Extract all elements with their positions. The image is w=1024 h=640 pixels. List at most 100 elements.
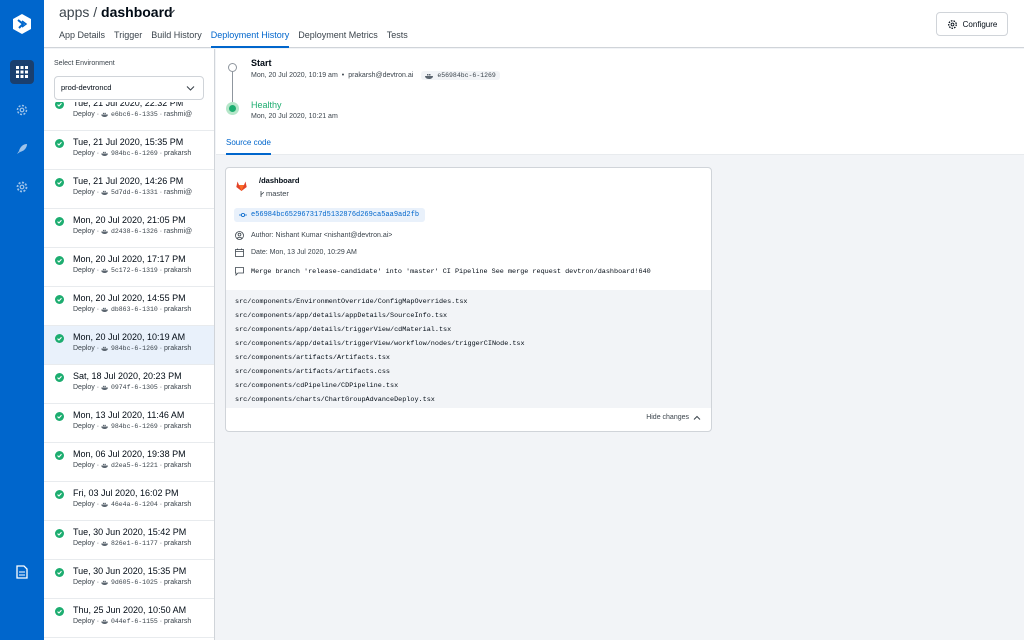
deployment-type: Deploy ·: [73, 111, 102, 118]
changed-file: src/components/charts/ChartGroupAdvanceD…: [235, 396, 435, 404]
deployment-image-hash: 984bc-6-1269: [110, 423, 158, 430]
commit-author-row: Author: Nishant Kumar <nishant@devtron.a…: [235, 231, 392, 240]
success-check-icon: [55, 490, 64, 499]
success-check-icon: [55, 412, 64, 421]
deployment-meta: Deploy · e6bc6-6-1335 · rashmi@: [73, 111, 192, 118]
success-check-icon: [55, 451, 64, 460]
success-check-icon: [55, 607, 64, 616]
tab-trigger[interactable]: Trigger: [114, 28, 142, 48]
success-check-icon: [55, 295, 64, 304]
deployment-type: Deploy ·: [73, 501, 102, 508]
deployment-image-hash: 0974f-6-1305: [110, 384, 158, 391]
commit-hash-button[interactable]: e56984bc652967317d5132876d269ca5aa9ad2fb: [234, 208, 426, 222]
tab-tests[interactable]: Tests: [387, 28, 408, 48]
deployment-image-hash: e6bc6-6-1335: [110, 111, 158, 118]
source-code-card: /dashboard master e56984bc652967317d5132…: [225, 167, 712, 432]
deployment-image-hash: 826e1-6-1177: [110, 540, 158, 547]
deployment-image-hash: 984bc-6-1269: [110, 345, 158, 352]
user-icon: [235, 231, 244, 240]
image-tag-text: e56984bc-6-1269: [437, 72, 496, 79]
deployment-image-hash: 5d7dd-6-1331: [110, 189, 158, 196]
timeline-start-dot: [228, 63, 237, 72]
success-check-icon: [55, 568, 64, 577]
app-root: apps / dashboard App Details Trigger Build…: [0, 0, 1024, 640]
success-check-icon: [55, 178, 64, 187]
deployment-user: · rashmi@: [157, 189, 193, 196]
branch-name: master: [259, 189, 289, 198]
environment-select[interactable]: prod-devtroncd: [54, 76, 204, 100]
changed-file: src/components/app/details/triggerView/w…: [235, 340, 525, 348]
deployment-list-item[interactable]: Mon, 13 Jul 2020, 11:46 AM Deploy · 984bc…: [44, 404, 214, 443]
deployment-meta: Deploy · 826e1-6-1177 · prakarsh: [73, 540, 191, 547]
changed-file: src/components/EnvironmentOverride/Confi…: [235, 298, 468, 306]
deployment-list-item[interactable]: Tue, 21 Jul 2020, 14:26 PM Deploy · 5d7dd…: [44, 170, 214, 209]
devtron-logo-icon[interactable]: [10, 12, 34, 36]
deployment-list-item[interactable]: Mon, 06 Jul 2020, 19:38 PM Deploy · d2ea5…: [44, 443, 214, 482]
settings-cog-icon[interactable]: [10, 98, 34, 122]
docs-icon[interactable]: [10, 560, 34, 584]
environment-value: prod-devtroncd: [61, 83, 112, 92]
docker-icon: [101, 619, 108, 624]
calendar-icon: [235, 248, 244, 257]
changed-file: src/components/artifacts/Artifacts.tsx: [235, 354, 390, 362]
docker-icon: [101, 307, 108, 312]
deployment-image-hash: 46e4a-6-1204: [110, 501, 158, 508]
deployment-list-item[interactable]: Tue, 30 Jun 2020, 15:42 PM Deploy · 826e1…: [44, 521, 214, 560]
deployment-list-item[interactable]: Mon, 20 Jul 2020, 21:05 PM Deploy · d2438…: [44, 209, 214, 248]
deployment-list-item[interactable]: Sat, 18 Jul 2020, 20:23 PM Deploy · 0974f…: [44, 365, 214, 404]
docker-icon: [101, 229, 108, 234]
rocket-icon[interactable]: [10, 137, 34, 161]
deployment-list-item[interactable]: Mon, 20 Jul 2020, 10:19 AM Deploy · 984bc…: [44, 326, 214, 365]
deployment-image-hash: d2438-6-1326: [110, 228, 158, 235]
breadcrumb-apps[interactable]: apps: [59, 4, 89, 20]
chevron-down-icon[interactable]: [167, 7, 176, 16]
tab-build-history[interactable]: Build History: [151, 28, 202, 48]
breadcrumb-separator: /: [89, 4, 102, 20]
deployment-list-item[interactable]: Tue, 30 Jun 2020, 15:35 PM Deploy · 9d605…: [44, 560, 214, 599]
docker-icon: [101, 112, 108, 117]
deployment-datetime: Tue, 30 Jun 2020, 15:35 PM: [73, 566, 187, 576]
env-select-panel: Select Environment prod-devtroncd: [44, 49, 214, 102]
deployment-user: · prakarsh: [157, 345, 192, 352]
start-time: Mon, 20 Jul 2020, 10:19 am: [251, 72, 338, 79]
deployment-user: · prakarsh: [157, 267, 192, 274]
deployment-user: · prakarsh: [157, 423, 192, 430]
app-tabs: App Details Trigger Build History Deploymen…: [59, 28, 417, 48]
success-check-icon: [55, 334, 64, 343]
deployment-list-item[interactable]: Tue, 21 Jul 2020, 15:35 PM Deploy · 984bc…: [44, 131, 214, 170]
tab-deployment-metrics[interactable]: Deployment Metrics: [298, 28, 378, 48]
start-title: Start: [251, 58, 272, 68]
deployment-sidebar: Tue, 21 Jul 2020, 22:32 PM Deploy · e6bc6…: [44, 49, 215, 640]
deployment-user: · prakarsh: [157, 462, 192, 469]
deployment-type: Deploy ·: [73, 618, 102, 625]
deployment-datetime: Mon, 20 Jul 2020, 14:55 PM: [73, 293, 186, 303]
deployment-list-item[interactable]: Fri, 03 Jul 2020, 16:02 PM Deploy · 46e4a…: [44, 482, 214, 521]
deployment-datetime: Mon, 20 Jul 2020, 17:17 PM: [73, 254, 186, 264]
gitlab-icon: [236, 181, 247, 191]
deployment-list-item[interactable]: Mon, 20 Jul 2020, 17:17 PM Deploy · 5c172…: [44, 248, 214, 287]
hide-changes-button[interactable]: Hide changes: [646, 414, 701, 421]
tab-source-code[interactable]: Source code: [226, 138, 271, 155]
tab-app-details[interactable]: App Details: [59, 28, 105, 48]
commit-message-row: Merge branch 'release-candidate' into 'm…: [235, 267, 651, 276]
deployment-list-item[interactable]: Mon, 20 Jul 2020, 14:55 PM Deploy · db863…: [44, 287, 214, 326]
gear-icon[interactable]: [10, 175, 34, 199]
deployment-image-hash: d2ea5-6-1221: [110, 462, 158, 469]
deployment-meta: Deploy · 5c172-6-1319 · prakarsh: [73, 267, 191, 274]
commit-icon: [239, 212, 247, 218]
deployment-meta: Deploy · 5d7dd-6-1331 · rashmi@: [73, 189, 192, 196]
deployment-list-item[interactable]: Thu, 25 Jun 2020, 10:50 AM Deploy · 044ef…: [44, 599, 214, 638]
deployment-type: Deploy ·: [73, 228, 102, 235]
changed-file: src/components/app/details/appDetails/So…: [235, 312, 448, 320]
docker-icon: [101, 268, 108, 273]
deployment-image-hash: 5c172-6-1319: [110, 267, 158, 274]
apps-grid-icon[interactable]: [10, 60, 34, 84]
start-meta: Mon, 20 Jul 2020, 10:19 am • prakarsh@de…: [251, 71, 500, 80]
configure-button[interactable]: Configure: [936, 12, 1008, 36]
branch-icon: [260, 190, 264, 197]
deployment-datetime: Fri, 03 Jul 2020, 16:02 PM: [73, 488, 179, 498]
env-select-label: Select Environment: [54, 60, 115, 67]
tab-deployment-history[interactable]: Deployment History: [210, 28, 290, 48]
repo-name: /dashboard: [259, 176, 300, 185]
commit-author: Author: Nishant Kumar <nishant@devtron.a…: [251, 232, 393, 239]
